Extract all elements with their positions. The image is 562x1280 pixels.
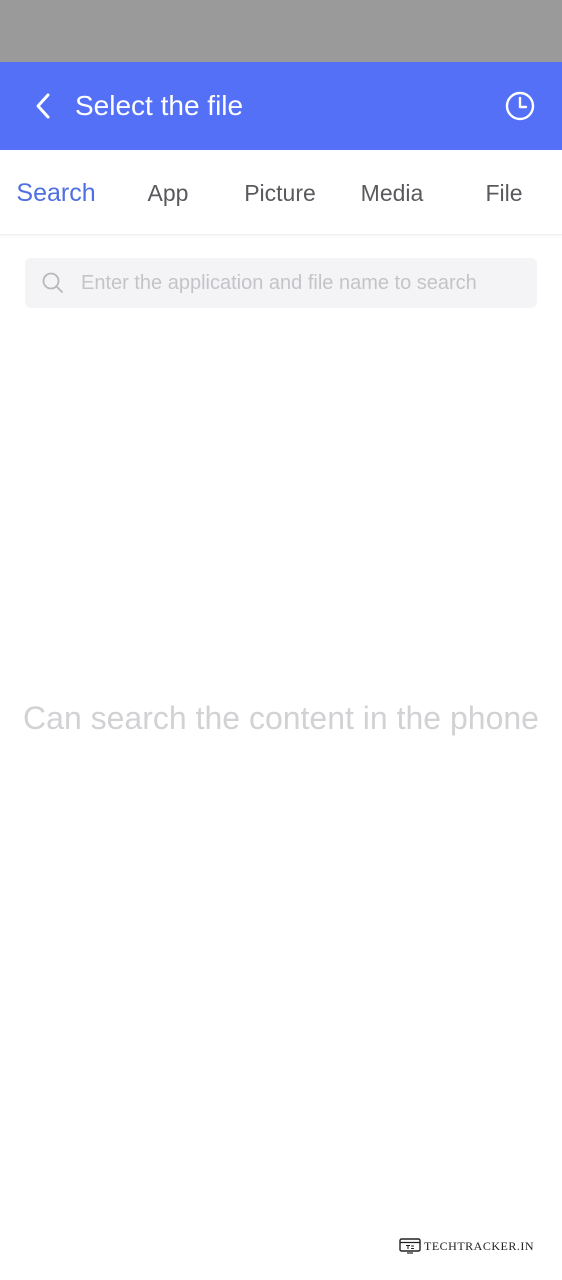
status-bar — [0, 0, 562, 62]
watermark-text: TECHTRACKER.IN — [424, 1238, 534, 1253]
tab-bar: Search App Picture Media File — [0, 150, 562, 235]
clock-icon — [505, 91, 535, 121]
watermark: TECHTRACKER.IN — [399, 1236, 534, 1256]
empty-state-message: Can search the content in the phone — [23, 700, 539, 736]
tab-search[interactable]: Search — [0, 150, 112, 234]
app-header: Select the file — [0, 62, 562, 150]
monitor-logo-icon — [399, 1238, 421, 1254]
search-icon — [42, 272, 63, 293]
tab-media[interactable]: Media — [336, 150, 448, 234]
chevron-left-icon — [36, 93, 50, 119]
tab-picture[interactable]: Picture — [224, 150, 336, 234]
search-input[interactable] — [81, 258, 521, 308]
back-button[interactable] — [22, 84, 66, 128]
page-title: Select the file — [75, 90, 244, 121]
search-box[interactable] — [25, 258, 537, 308]
tab-app[interactable]: App — [112, 150, 224, 234]
history-button[interactable] — [500, 86, 540, 126]
tab-file[interactable]: File — [448, 150, 560, 234]
